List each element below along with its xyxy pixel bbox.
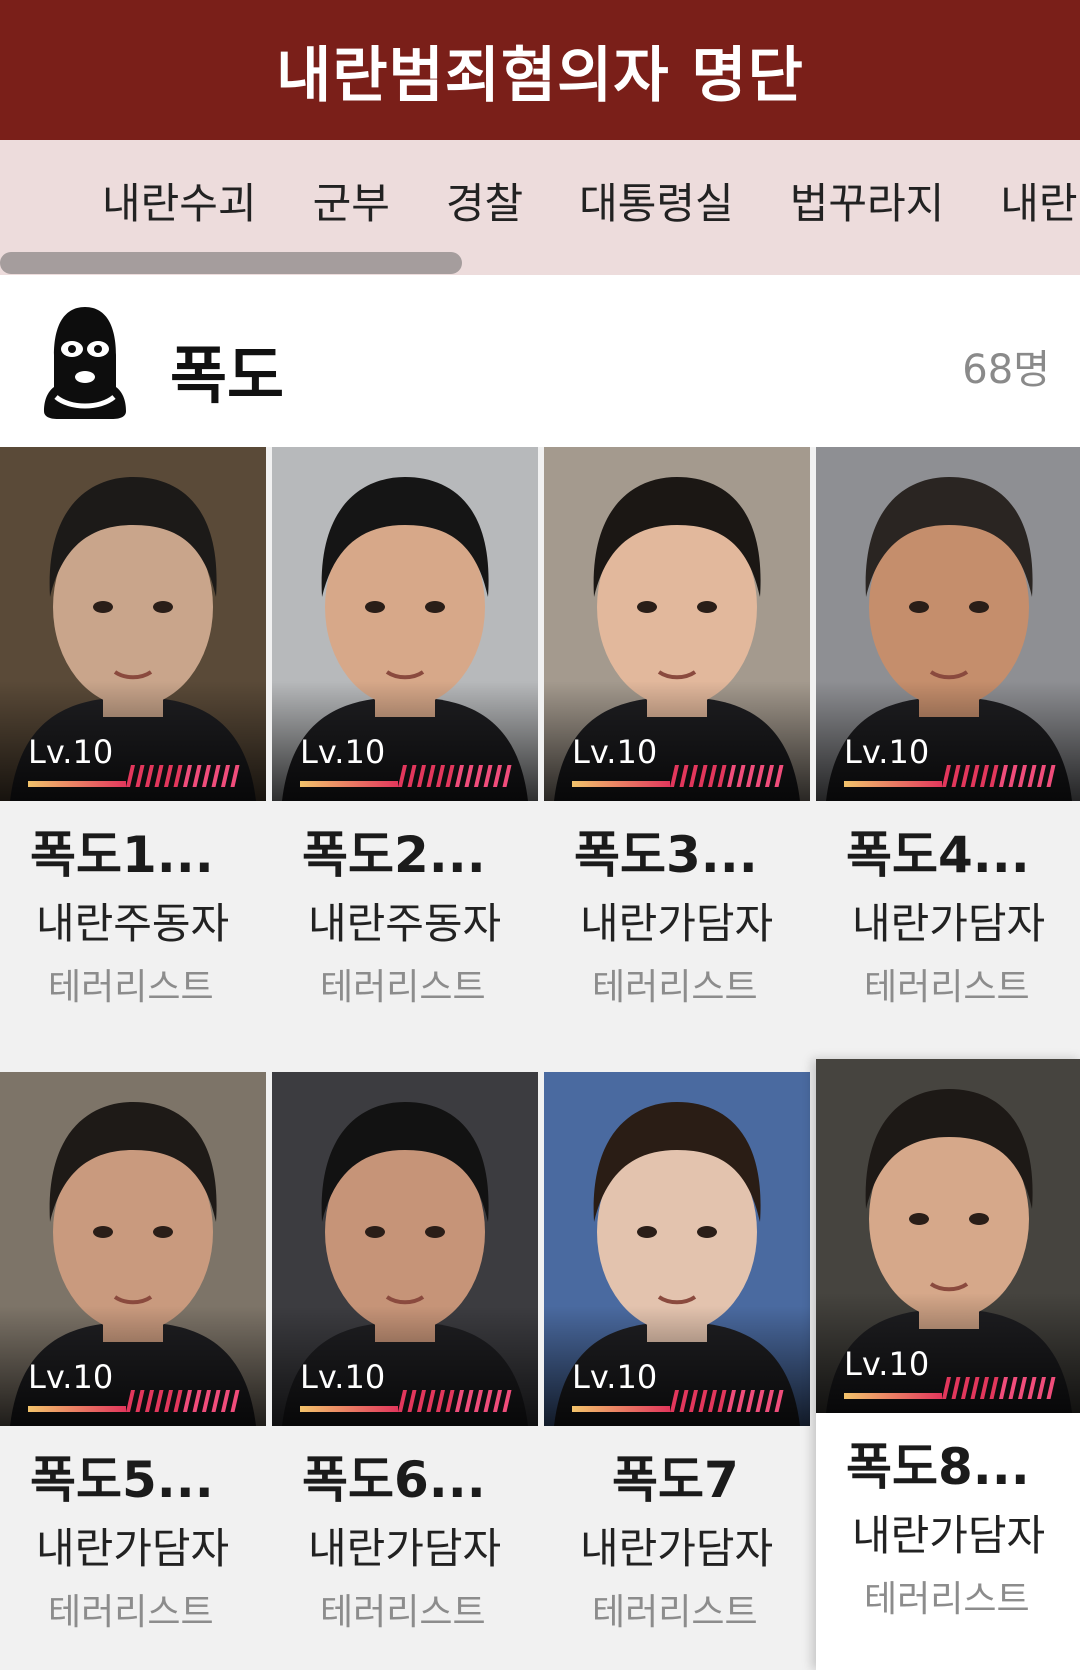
suspect-role: 내란주동자: [36, 899, 230, 948]
tab-military[interactable]: 군부: [313, 170, 390, 231]
suspect-name: 폭도5...: [30, 1451, 214, 1509]
suspect-photo: Lv.10: [0, 1072, 266, 1426]
level-gauge: [300, 765, 512, 787]
suspect-name: 폭도7: [612, 1451, 739, 1509]
suspect-tag: 테러리스트: [48, 1592, 214, 1633]
level-gauge: [572, 765, 784, 787]
suspect-role: 내란주동자: [308, 899, 502, 948]
suspect-grid: Lv.10 폭도1... 내란주동자테러리스트 Lv.10 폭도2... 내란주동자테러리…: [0, 447, 1080, 1670]
section-header: 폭도 68명: [0, 275, 1080, 447]
member-count: 68명: [962, 347, 1050, 393]
category-tabs: 내란수괴 군부 경찰 대통령실 법꾸라지 내란: [102, 170, 1078, 231]
level-gauge: [28, 765, 240, 787]
level-gauge: [300, 1390, 512, 1412]
suspect-photo: Lv.10: [272, 1072, 538, 1426]
suspect-role: 내란가담자: [308, 1524, 502, 1573]
level-gauge: [844, 765, 1056, 787]
suspect-name: 폭도4...: [846, 826, 1030, 884]
suspect-card[interactable]: Lv.10 폭도4... 내란가담자테러리스트: [816, 447, 1080, 1045]
suspect-card[interactable]: Lv.10 폭도5... 내란가담자테러리스트: [0, 1072, 266, 1670]
suspect-card[interactable]: Lv.10 폭도3... 내란가담자테러리스트: [544, 447, 810, 1045]
balaclava-mask-icon: [44, 307, 126, 419]
tab-scrollbar[interactable]: [0, 252, 462, 274]
suspect-tag: 테러리스트: [592, 1592, 758, 1633]
suspect-photo: Lv.10: [544, 447, 810, 801]
suspect-role: 내란가담자: [852, 1511, 1046, 1560]
suspect-name: 폭도2...: [302, 826, 486, 884]
suspect-name: 폭도3...: [574, 826, 758, 884]
suspect-tag: 테러리스트: [592, 967, 758, 1008]
suspect-role: 내란가담자: [36, 1524, 230, 1573]
tab-rebellion-leader[interactable]: 내란수괴: [102, 170, 257, 231]
suspect-photo: Lv.10: [0, 447, 266, 801]
tab-police[interactable]: 경찰: [446, 170, 523, 231]
category-tabbar[interactable]: 내란수괴 군부 경찰 대통령실 법꾸라지 내란: [0, 140, 1080, 275]
suspect-tag: 테러리스트: [864, 967, 1030, 1008]
page-title: 내란범죄혐의자 명단: [276, 40, 804, 111]
suspect-photo: Lv.10: [272, 447, 538, 801]
tab-presidential-office[interactable]: 대통령실: [579, 170, 734, 231]
level-gauge: [844, 1377, 1056, 1399]
suspect-role: 내란가담자: [580, 899, 774, 948]
tab-legal-tricksters[interactable]: 법꾸라지: [790, 170, 945, 231]
suspect-photo: Lv.10: [816, 447, 1080, 801]
suspect-role: 내란가담자: [580, 1524, 774, 1573]
tab-rebellion-more[interactable]: 내란: [1000, 170, 1077, 231]
suspect-card[interactable]: Lv.10 폭도7 내란가담자테러리스트: [544, 1072, 810, 1670]
suspect-name: 폭도8...: [846, 1438, 1030, 1496]
suspect-name: 폭도1...: [30, 826, 214, 884]
suspect-name: 폭도6...: [302, 1451, 486, 1509]
suspect-card[interactable]: Lv.10 폭도8... 내란가담자테러리스트: [816, 1059, 1080, 1670]
suspect-card[interactable]: Lv.10 폭도1... 내란주동자테러리스트: [0, 447, 266, 1045]
section-title: 폭도: [170, 339, 285, 412]
suspect-photo: Lv.10: [816, 1059, 1080, 1413]
suspect-tag: 테러리스트: [320, 967, 486, 1008]
suspect-role: 내란가담자: [852, 899, 1046, 948]
suspect-photo: Lv.10: [544, 1072, 810, 1426]
suspect-tag: 테러리스트: [48, 967, 214, 1008]
suspect-tag: 테러리스트: [864, 1579, 1030, 1620]
app-header: 내란범죄혐의자 명단: [0, 0, 1080, 140]
suspect-card[interactable]: Lv.10 폭도6... 내란가담자테러리스트: [272, 1072, 538, 1670]
level-gauge: [572, 1390, 784, 1412]
level-gauge: [28, 1390, 240, 1412]
suspect-tag: 테러리스트: [320, 1592, 486, 1633]
suspect-card[interactable]: Lv.10 폭도2... 내란주동자테러리스트: [272, 447, 538, 1045]
